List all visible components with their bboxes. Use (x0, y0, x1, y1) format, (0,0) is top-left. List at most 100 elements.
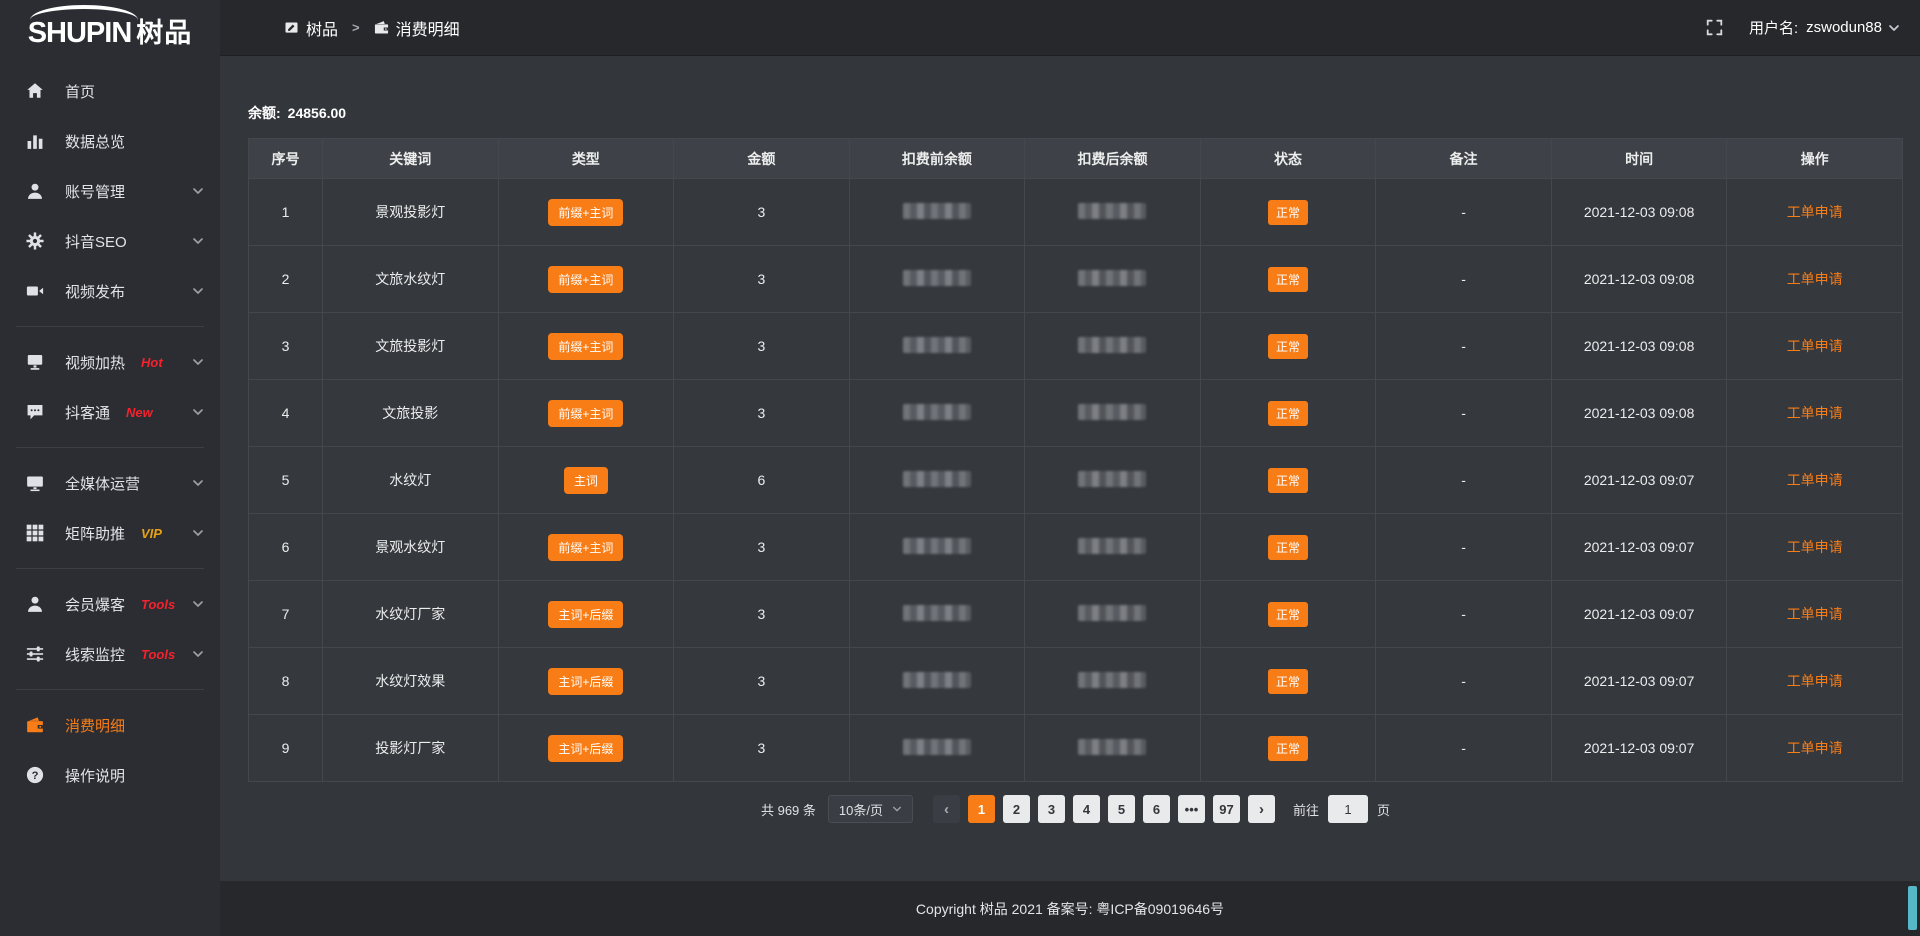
pre-balance-cell (849, 581, 1025, 648)
chevron-down-icon[interactable] (1888, 22, 1900, 34)
action-cell: 工单申请 (1727, 179, 1903, 246)
sidebar-item-data-overview[interactable]: 数据总览 (0, 116, 220, 166)
chevron-down-icon[interactable] (192, 598, 204, 610)
type-cell: 前缀+主词 (498, 313, 674, 380)
amount-cell: 3 (674, 514, 850, 581)
menu-divider (16, 447, 204, 448)
sidebar-item-label: 会员爆客 (65, 594, 125, 615)
work-order-link[interactable]: 工单申请 (1787, 405, 1843, 421)
sidebar-item-member-burst[interactable]: 会员爆客Tools (0, 579, 220, 629)
page-size-select[interactable]: 10条/页 (828, 795, 913, 823)
column-header: 状态 (1200, 139, 1376, 179)
page-button-1[interactable]: 1 (968, 795, 995, 823)
page-button-5[interactable]: 5 (1108, 795, 1135, 823)
amount-cell: 6 (674, 447, 850, 514)
time-cell-wrap: 2021-12-03 09:07 (1551, 581, 1727, 648)
sidebar-item-operation-guide[interactable]: ?操作说明 (0, 750, 220, 800)
username-label: 用户名: (1749, 17, 1798, 38)
username-value[interactable]: zswodun88 (1806, 19, 1882, 36)
breadcrumb-item-1[interactable]: 树品 (284, 16, 338, 40)
chevron-down-icon[interactable] (192, 527, 204, 539)
chevron-down-icon[interactable] (192, 477, 204, 489)
row-index: 3 (249, 313, 323, 380)
keyword-cell: 水纹灯厂家 (323, 581, 499, 648)
table-row: 7水纹灯厂家主词+后缀3正常-2021-12-03 09:07工单申请 (249, 581, 1903, 648)
work-order-link[interactable]: 工单申请 (1787, 338, 1843, 354)
sidebar-menu: 首页数据总览账号管理抖音SEO视频发布视频加热Hot抖客通New 全媒体运营矩阵助… (0, 60, 220, 800)
breadcrumb-item-2[interactable]: 消费明细 (374, 16, 460, 40)
column-header: 扣费后余额 (1025, 139, 1201, 179)
sidebar-item-consumption-detail[interactable]: 消费明细 (0, 700, 220, 750)
sidebar-item-douketong[interactable]: 抖客通New (0, 387, 220, 437)
sidebar-item-video-heat[interactable]: 视频加热Hot (0, 337, 220, 387)
action-cell: 工单申请 (1727, 648, 1903, 715)
wallet-icon (26, 716, 44, 734)
work-order-link[interactable]: 工单申请 (1787, 606, 1843, 622)
masked-balance-value (903, 404, 971, 420)
chevron-down-icon[interactable] (192, 406, 204, 418)
work-order-link[interactable]: 工单申请 (1787, 472, 1843, 488)
user-icon (26, 595, 44, 613)
goto-page-input[interactable] (1328, 795, 1368, 823)
amount-cell: 3 (674, 313, 850, 380)
type-cell-badge: 前缀+主词 (548, 333, 623, 360)
type-cell-badge: 前缀+主词 (548, 534, 623, 561)
chevron-down-icon[interactable] (192, 235, 204, 247)
status-cell-badge: 正常 (1268, 736, 1308, 761)
fullscreen-icon[interactable] (1706, 19, 1723, 36)
keyword-cell: 文旅投影灯 (323, 313, 499, 380)
pre-balance-cell (849, 648, 1025, 715)
masked-balance-value (1078, 337, 1146, 353)
pre-balance-cell (849, 380, 1025, 447)
time-cell-wrap: 2021-12-03 09:08 (1551, 246, 1727, 313)
sidebar-item-badge: Hot (141, 355, 163, 370)
time-cell-wrap: 2021-12-03 09:08 (1551, 179, 1727, 246)
more-pages-button[interactable]: ••• (1178, 795, 1205, 823)
work-order-link[interactable]: 工单申请 (1787, 740, 1843, 756)
sidebar-item-douyin-seo[interactable]: 抖音SEO (0, 216, 220, 266)
post-balance-cell (1025, 179, 1201, 246)
sidebar-item-media-operation[interactable]: 全媒体运营 (0, 458, 220, 508)
keyword-cell: 文旅投影 (323, 380, 499, 447)
page-button-3[interactable]: 3 (1038, 795, 1065, 823)
chevron-down-icon[interactable] (192, 285, 204, 297)
table-row: 6景观水纹灯前缀+主词3正常-2021-12-03 09:07工单申请 (249, 514, 1903, 581)
status-cell: 正常 (1200, 246, 1376, 313)
post-balance-cell (1025, 581, 1201, 648)
sidebar-item-label: 全媒体运营 (65, 473, 140, 494)
sidebar-item-video-publish[interactable]: 视频发布 (0, 266, 220, 316)
status-cell: 正常 (1200, 715, 1376, 782)
next-page-button[interactable]: › (1248, 795, 1275, 823)
chevron-down-icon[interactable] (192, 648, 204, 660)
page-button-97[interactable]: 97 (1213, 795, 1240, 823)
status-cell-badge: 正常 (1268, 401, 1308, 426)
page-button-4[interactable]: 4 (1073, 795, 1100, 823)
type-cell-badge: 前缀+主词 (548, 266, 623, 293)
row-index: 2 (249, 246, 323, 313)
remark-cell: - (1376, 581, 1552, 648)
masked-balance-value (1078, 739, 1146, 755)
keyword-cell: 水纹灯 (323, 447, 499, 514)
page-button-6[interactable]: 6 (1143, 795, 1170, 823)
pagination-total: 共 969 条 (761, 800, 816, 819)
sidebar-item-label: 操作说明 (65, 765, 125, 786)
prev-page-button[interactable]: ‹ (933, 795, 960, 823)
breadcrumb-label: 消费明细 (396, 16, 460, 40)
sidebar-item-matrix-boost[interactable]: 矩阵助推VIP (0, 508, 220, 558)
sidebar-item-clue-monitor[interactable]: 线索监控Tools (0, 629, 220, 679)
pre-balance-cell (849, 246, 1025, 313)
work-order-link[interactable]: 工单申请 (1787, 204, 1843, 220)
sidebar-item-account-management[interactable]: 账号管理 (0, 166, 220, 216)
sidebar-item-home[interactable]: 首页 (0, 66, 220, 116)
work-order-link[interactable]: 工单申请 (1787, 271, 1843, 287)
sidebar-item-label: 账号管理 (65, 181, 125, 202)
chevron-down-icon[interactable] (192, 185, 204, 197)
scrollbar-thumb[interactable] (1908, 886, 1917, 930)
page-button-2[interactable]: 2 (1003, 795, 1030, 823)
work-order-link[interactable]: 工单申请 (1787, 673, 1843, 689)
work-order-link[interactable]: 工单申请 (1787, 539, 1843, 555)
column-header: 操作 (1727, 139, 1903, 179)
chevron-down-icon[interactable] (192, 356, 204, 368)
masked-balance-value (903, 538, 971, 554)
post-balance-cell (1025, 447, 1201, 514)
